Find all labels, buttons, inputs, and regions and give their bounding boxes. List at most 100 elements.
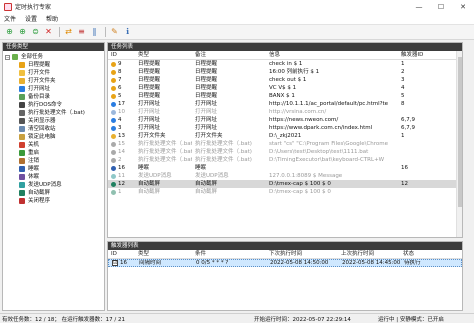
tree-item[interactable]: 打开网址: [3, 85, 104, 93]
task-row[interactable]: 4 打开网址 打开网址 https://news.nweon.com/6,7,9: [108, 116, 462, 124]
menu-file[interactable]: 文件: [4, 14, 16, 23]
task-info-cell: https://www.dpark.com.cn/index.html: [269, 125, 373, 131]
task-row[interactable]: 12 自动截屏 自动截屏 D:\tmex-cap $ 100 $ 0 12: [108, 180, 462, 188]
tree-item[interactable]: 清空回收站: [3, 125, 104, 133]
tree-item[interactable]: 锁定此电脑: [3, 133, 104, 141]
task-note-cell: 打开文件夹: [195, 133, 223, 139]
tree-item[interactable]: 备份目录: [3, 93, 104, 101]
task-row[interactable]: 5 日程提醒 日程提醒 BANX $ 1 5: [108, 92, 462, 100]
task-row[interactable]: 10 打开网址 打开网址 http://vrsina.com.cn/: [108, 108, 462, 116]
task-note-cell: 执行批处理文件（.bat): [195, 141, 252, 147]
maximize-button[interactable]: ☐: [430, 0, 452, 13]
column-header-id[interactable]: ID: [108, 51, 135, 59]
tree-item[interactable]: 注销: [3, 157, 104, 165]
task-status-icon: [111, 181, 116, 187]
task-row[interactable]: 1 自动截屏 自动截屏 D:\tmex-cap $ 100 $ 0: [108, 188, 462, 196]
tree-item[interactable]: 关机: [3, 141, 104, 149]
column-header-type[interactable]: 类型: [135, 51, 192, 59]
task-info-cell: D:\TimingExecutor\bat\keyboard-CTRL+W: [269, 157, 385, 163]
task-type-cell: 打开文件夹: [138, 133, 166, 139]
close-window-button[interactable]: ✕: [452, 0, 474, 13]
task-row[interactable]: 14 执行批处理文件（.bat) 执行批处理文件（.bat) D:\Users\tes…: [108, 148, 462, 156]
column-header-trigger-id[interactable]: 触发器ID: [398, 51, 458, 59]
trigger-column-last-run[interactable]: 上次执行时间: [338, 250, 400, 258]
tree-item[interactable]: 执行批处理文件（.bat): [3, 109, 104, 117]
delete-task-button[interactable]: ✕: [43, 27, 54, 38]
tree-item[interactable]: 日程提醒: [3, 61, 104, 69]
task-row[interactable]: 17 打开网址 打开网址 http://10.1.1.1/ac_portal/defa…: [108, 100, 462, 108]
task-row[interactable]: 16 睡眠 睡眠 16: [108, 164, 462, 172]
trigger-row[interactable]: ☑ 16 间隔时间 0 0/5 * * * ? 2022-05-08 14:50…: [108, 259, 462, 267]
tree-item[interactable]: 打开文件: [3, 69, 104, 77]
task-trigger-id-cell: 5: [401, 93, 405, 99]
task-row[interactable]: 3 打开网址 打开网址 https://www.dpark.com.cn/index.…: [108, 124, 462, 132]
column-header-info[interactable]: 信息: [266, 51, 398, 59]
task-type-panel: 任务类型 − 全部任务 日程提醒 打开文件 打开文件夹 打开网址 备份目录 执行DOS命令…: [2, 42, 105, 311]
task-row[interactable]: 7 日程提醒 日程提醒 check out $ 1 3: [108, 76, 462, 84]
tree-item[interactable]: 发送UDP消息: [3, 181, 104, 189]
task-id: 3: [118, 125, 122, 131]
task-trigger-id-cell: 6,7,9: [401, 117, 415, 123]
trigger-column-id[interactable]: ID: [108, 250, 135, 258]
task-id-cell: 14: [108, 148, 135, 156]
menu-settings[interactable]: 设置: [25, 14, 37, 23]
tree-item[interactable]: 关闭显示器: [3, 117, 104, 125]
pause-icon: ‖: [92, 27, 97, 36]
collapse-icon[interactable]: −: [5, 54, 10, 60]
task-row[interactable]: 8 日程提醒 日程提醒 16:00 列前执行 $ 1 2: [108, 68, 462, 76]
task-trigger-id-cell: 8: [401, 101, 405, 107]
tree-item-label: 备份目录: [28, 94, 51, 100]
task-trigger-id-cell: 4: [401, 85, 405, 91]
task-id-cell: 12: [108, 180, 135, 188]
trigger-next-run-cell: 2022-05-08 14:50:00: [270, 260, 329, 266]
task-note-cell: 日程提醒: [195, 77, 218, 83]
task-type-cell: 打开网址: [138, 109, 161, 115]
tree-item[interactable]: 休眠: [3, 173, 104, 181]
menu-help[interactable]: 帮助: [46, 14, 58, 23]
clear-button[interactable]: ≡: [76, 27, 87, 38]
tree-item[interactable]: 自动截屏: [3, 189, 104, 197]
add-task-button[interactable]: ⊕: [4, 27, 15, 38]
trigger-enabled-checkbox[interactable]: ☑: [112, 260, 118, 266]
task-status-icon: [111, 157, 116, 163]
column-header-note[interactable]: 备注: [192, 51, 266, 59]
task-trigger-id-cell: 1: [401, 133, 405, 139]
task-type-icon: [19, 110, 25, 116]
task-type-cell: 打开网址: [138, 101, 161, 107]
trigger-column-condition[interactable]: 条件: [192, 250, 266, 258]
task-status-icon: [111, 189, 116, 195]
trigger-column-next-run[interactable]: 下次执行时间: [266, 250, 338, 258]
trigger-column-status[interactable]: 状态: [400, 250, 456, 258]
task-type-cell: 执行批处理文件（.bat): [138, 157, 192, 163]
add-schedule-button[interactable]: ⊕: [17, 27, 28, 38]
task-row[interactable]: 11 发送UDP消息 发送UDP消息 127.0.0.1:8089 $ Message: [108, 172, 462, 180]
minimize-button[interactable]: —: [408, 0, 430, 13]
refresh-button[interactable]: ⇄: [63, 27, 74, 38]
task-note-cell: 自动截屏: [195, 181, 218, 187]
task-row[interactable]: 15 执行批处理文件（.bat) 执行批处理文件（.bat) start "cs" "…: [108, 140, 462, 148]
menu-bar: 文件 设置 帮助: [0, 13, 474, 25]
tree-item[interactable]: 关闭程序: [3, 197, 104, 205]
task-row[interactable]: 9 日程提醒 日程提醒 check in $ 1 1: [108, 60, 462, 68]
tree-item[interactable]: 打开文件夹: [3, 77, 104, 85]
pause-button[interactable]: ‖: [89, 27, 100, 38]
task-row[interactable]: 13 打开文件夹 打开文件夹 D:\_zkj2021 1: [108, 132, 462, 140]
tree-root-all-tasks[interactable]: − 全部任务: [3, 53, 104, 61]
tree-item[interactable]: 重启: [3, 149, 104, 157]
scroll-thumb[interactable]: [458, 57, 462, 207]
task-list-scrollbar[interactable]: [456, 51, 462, 237]
clear-list-icon: ≡: [78, 27, 85, 36]
tree-item[interactable]: 执行DOS命令: [3, 101, 104, 109]
settings-button[interactable]: ✎: [109, 27, 120, 38]
tree-item[interactable]: 睡眠: [3, 165, 104, 173]
task-trigger-id-cell: 2: [401, 69, 405, 75]
trigger-column-type[interactable]: 类型: [135, 250, 192, 258]
task-id: 4: [118, 117, 122, 123]
task-row[interactable]: 2 执行批处理文件（.bat) 执行批处理文件（.bat) D:\TimingExec…: [108, 156, 462, 164]
tree-item-label: 打开网址: [28, 86, 51, 92]
task-type-icon: [19, 134, 25, 140]
edit-task-button[interactable]: ⊜: [30, 27, 41, 38]
tree-item-label: 发送UDP消息: [28, 182, 62, 188]
task-row[interactable]: 6 日程提醒 日程提醒 VC V$ $ 1 4: [108, 84, 462, 92]
about-button[interactable]: ℹ: [122, 27, 133, 38]
